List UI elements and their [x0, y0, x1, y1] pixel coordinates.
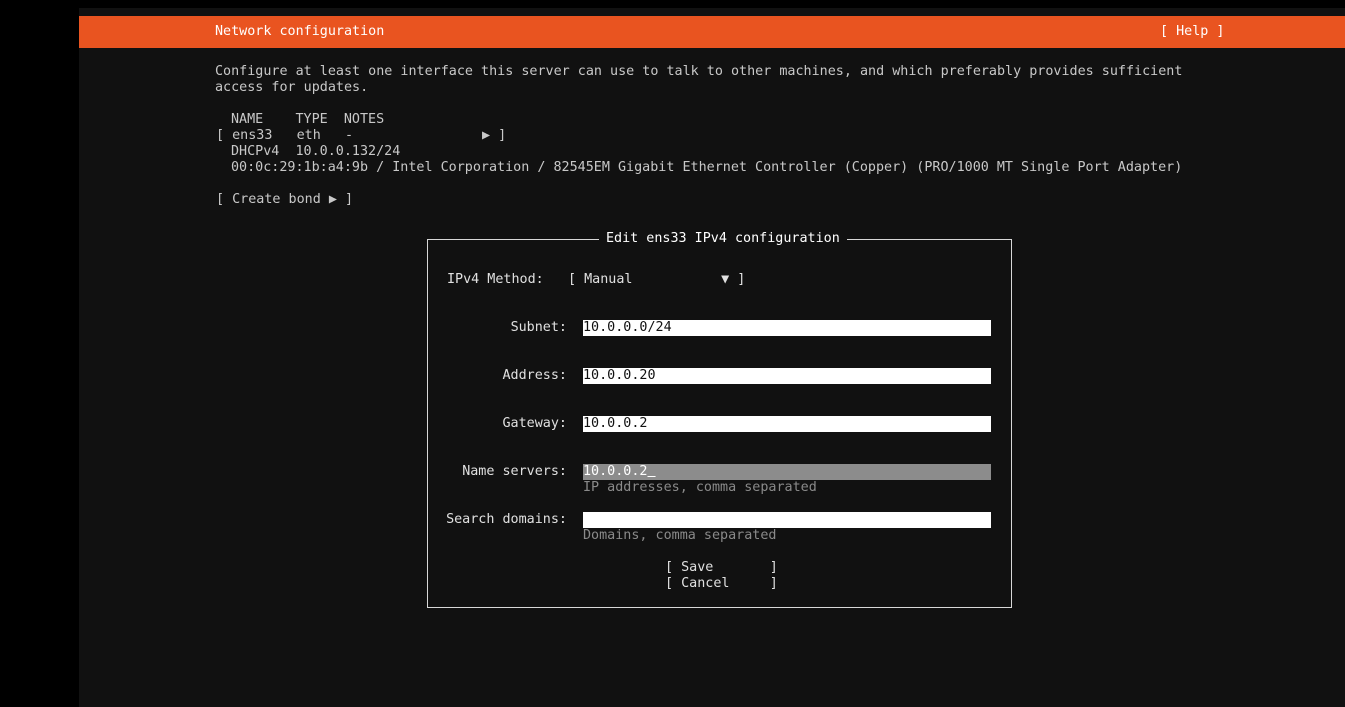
interface-hardware-info: 00:0c:29:1b:a4:9b / Intel Corporation / … — [231, 160, 1183, 175]
help-button[interactable]: [ Help ] — [1160, 24, 1225, 40]
interface-table-header: NAME TYPE NOTES — [231, 112, 385, 127]
gateway-label: Gateway: — [502, 416, 568, 431]
intro-text-line2: access for updates. — [215, 80, 369, 95]
header-bar: Network configuration [ Help ] — [79, 16, 1345, 48]
search-domains-hint: Domains, comma separated — [583, 528, 777, 543]
intro-text-line1: Configure at least one interface this se… — [215, 64, 1183, 79]
nameservers-value: 10.0.0.2 — [583, 464, 648, 479]
nameservers-label: Name servers: — [462, 464, 567, 479]
cancel-button[interactable]: [ Cancel ] — [665, 576, 778, 592]
text-cursor — [648, 464, 656, 479]
interface-row-ens33[interactable]: [ ens33 eth - ▶ ] — [216, 128, 506, 144]
search-domains-input[interactable] — [583, 512, 991, 528]
address-label: Address: — [502, 368, 568, 383]
subnet-label: Subnet: — [510, 320, 567, 335]
ipv4-method-label: IPv4 Method: — [447, 272, 544, 287]
search-domains-label: Search domains: — [446, 512, 567, 527]
ipv4-method-select[interactable]: [ Manual ▼ ] — [568, 272, 745, 288]
nameservers-hint: IP addresses, comma separated — [583, 480, 817, 495]
interface-dhcp-info: DHCPv4 10.0.0.132/24 — [231, 144, 401, 159]
create-bond-button[interactable]: [ Create bond ▶ ] — [216, 192, 353, 208]
terminal-screen: Network configuration [ Help ] Configure… — [79, 8, 1345, 707]
dialog-title: Edit ens33 IPv4 configuration — [599, 231, 847, 247]
save-button[interactable]: [ Save ] — [665, 560, 778, 576]
address-input[interactable]: 10.0.0.20 — [583, 368, 991, 384]
subnet-input[interactable]: 10.0.0.0/24 — [583, 320, 991, 336]
gateway-input[interactable]: 10.0.0.2 — [583, 416, 991, 432]
page-title: Network configuration — [215, 24, 385, 39]
nameservers-input[interactable]: 10.0.0.2 — [583, 464, 991, 480]
